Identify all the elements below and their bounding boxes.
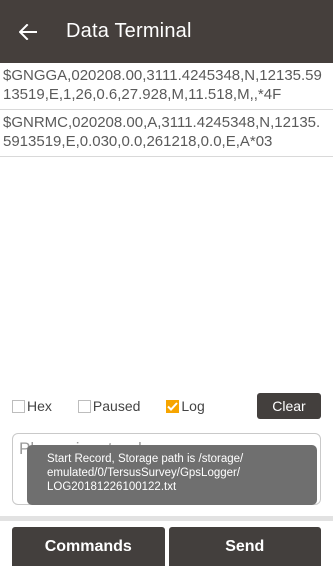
- toast-line-1: Start Record, Storage path is /storage/: [47, 453, 244, 465]
- send-button[interactable]: Send: [168, 527, 321, 566]
- back-button[interactable]: [0, 0, 56, 63]
- log-line-gnrmc: $GNRMC,020208.00,A,3111.4245348,N,12135.…: [0, 110, 333, 157]
- log-checkbox-box[interactable]: [166, 399, 180, 413]
- clear-button[interactable]: Clear: [257, 393, 321, 419]
- data-terminal-screen: Data Terminal $GNGGA,020208.00,3111.4245…: [0, 0, 333, 566]
- hex-checkbox-box[interactable]: [12, 399, 25, 413]
- toast-line-3: LOG20181226100122.txt: [47, 481, 177, 493]
- toast-line-2: emulated/0/TersusSurvey/GpsLogger/: [47, 467, 241, 479]
- log-line-gngga: $GNGGA,020208.00,3111.4245348,N,12135.59…: [0, 63, 333, 110]
- paused-label: Paused: [92, 398, 141, 414]
- page-title: Data Terminal: [66, 20, 192, 42]
- arrow-left-icon: [19, 23, 37, 40]
- log-label: Log: [181, 398, 205, 414]
- commands-button[interactable]: Commands: [12, 527, 165, 566]
- app-bar: Data Terminal: [0, 0, 333, 63]
- check-icon: [167, 401, 179, 411]
- terminal-options: Hex Paused Log Clear: [0, 388, 333, 424]
- bottom-action-bar: Commands Send: [0, 527, 333, 566]
- hex-label: Hex: [27, 398, 52, 414]
- paused-checkbox[interactable]: Paused: [77, 398, 141, 414]
- hex-checkbox[interactable]: Hex: [12, 398, 52, 414]
- terminal-output[interactable]: $GNGGA,020208.00,3111.4245348,N,12135.59…: [0, 63, 333, 388]
- divider: [0, 516, 333, 521]
- record-toast: Start Record, Storage path is /storage/ …: [27, 445, 317, 505]
- paused-checkbox-box[interactable]: [77, 399, 91, 413]
- log-checkbox[interactable]: Log: [166, 398, 205, 414]
